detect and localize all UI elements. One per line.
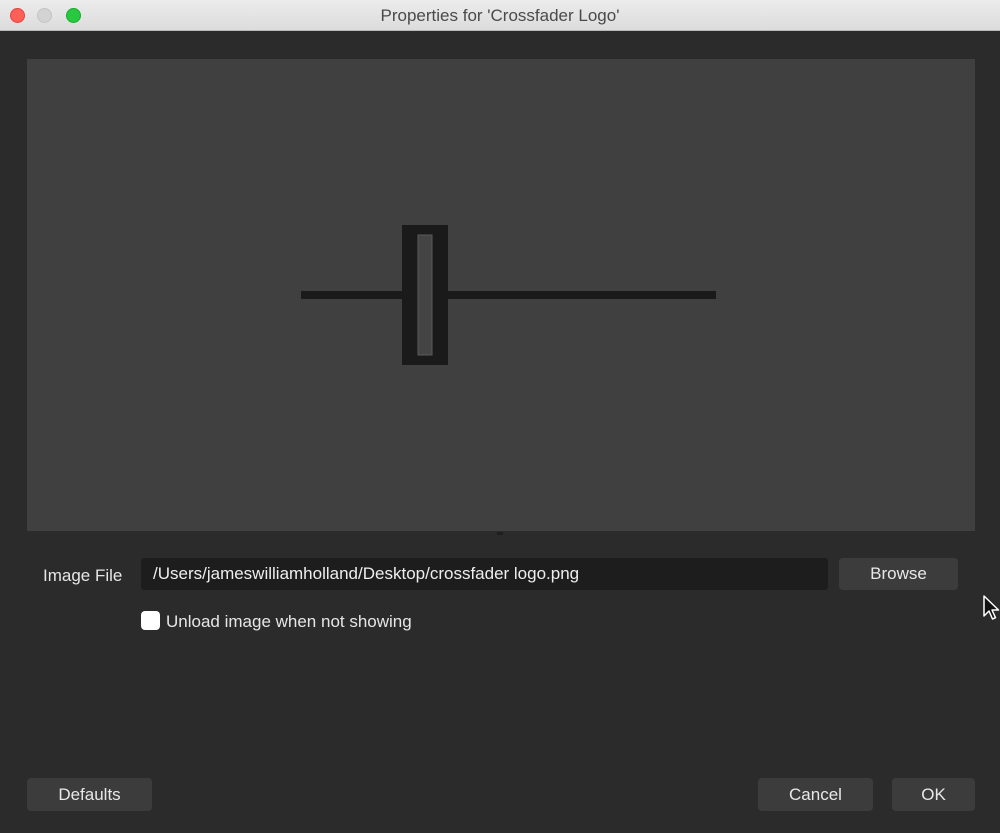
mouse-pointer-icon <box>983 595 1000 620</box>
title-bar: Properties for 'Crossfader Logo' <box>0 0 1000 31</box>
image-file-path-input[interactable] <box>141 558 828 590</box>
unload-image-label: Unload image when not showing <box>166 612 412 631</box>
cancel-button[interactable]: Cancel <box>758 778 873 811</box>
browse-button[interactable]: Browse <box>839 558 958 590</box>
properties-dialog: Properties for 'Crossfader Logo' Image F… <box>0 0 1000 833</box>
defaults-button[interactable]: Defaults <box>27 778 152 811</box>
fader-knob-slot <box>417 234 433 356</box>
fader-track <box>301 291 716 299</box>
ok-button[interactable]: OK <box>892 778 975 811</box>
unload-image-checkbox[interactable] <box>141 611 160 630</box>
image-preview <box>27 59 975 531</box>
crossfader-logo-image <box>301 225 716 365</box>
window-title: Properties for 'Crossfader Logo' <box>380 6 620 25</box>
image-file-label: Image File <box>43 566 123 585</box>
preview-resize-handle[interactable] <box>497 532 503 535</box>
